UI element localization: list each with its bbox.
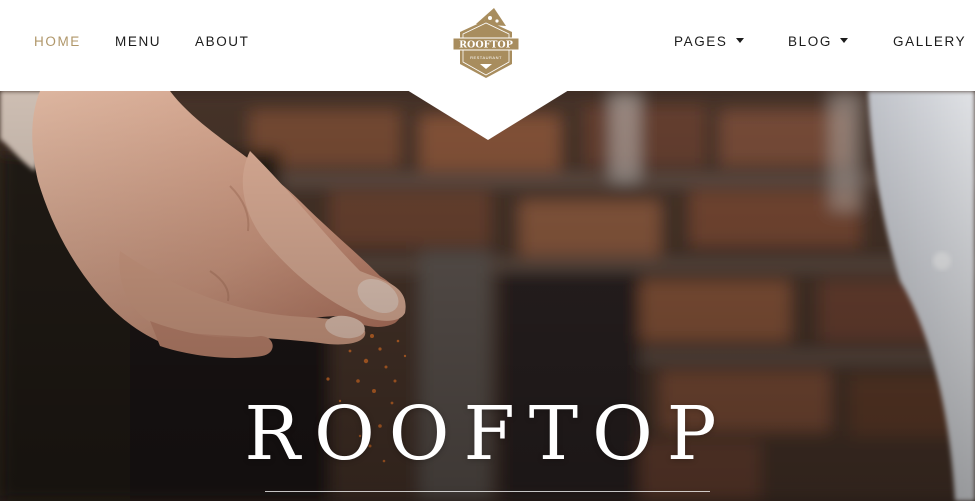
nav-about-link[interactable]: ABOUT	[195, 34, 250, 49]
nav-blog-label: BLOG	[788, 34, 832, 49]
nav-blog-dropdown[interactable]: BLOG	[788, 34, 848, 49]
site-header: HOME MENU ABOUT ROOFTOP RESTAURANT PAGES…	[0, 0, 975, 91]
caret-down-icon	[735, 37, 744, 43]
nav-gallery-link[interactable]: GALLERY	[893, 34, 966, 49]
hero-title: ROOFTOP	[244, 391, 731, 477]
hero-divider	[265, 491, 710, 492]
nav-pages-dropdown[interactable]: PAGES	[674, 34, 744, 49]
caret-down-icon	[839, 37, 848, 43]
hero-section: ROOFTOP	[0, 91, 975, 501]
nav-home-link[interactable]: HOME	[34, 34, 81, 49]
nav-pages-label: PAGES	[674, 34, 728, 49]
logo-tagline-text: RESTAURANT	[470, 55, 502, 60]
header-notch	[407, 90, 569, 140]
logo-name-text: ROOFTOP	[459, 40, 513, 51]
nav-menu-link[interactable]: MENU	[115, 34, 161, 49]
rooftop-logo[interactable]: ROOFTOP RESTAURANT	[450, 2, 522, 82]
rooftop-logo-emblem: ROOFTOP RESTAURANT	[452, 8, 520, 78]
